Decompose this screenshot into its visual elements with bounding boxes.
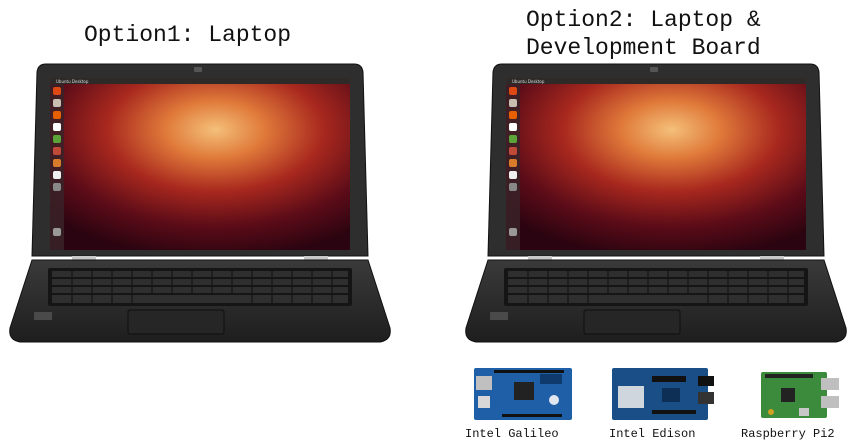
raspberry-pi2-board (761, 372, 839, 418)
keyboard (48, 268, 352, 306)
writer-icon (509, 123, 517, 131)
option1-title: Option1: Laptop (84, 22, 292, 48)
software-center-icon (509, 159, 517, 167)
laptop-option1: Ubuntu Desktop (9, 63, 391, 343)
webcam (650, 67, 658, 72)
amazon-icon (53, 171, 61, 179)
screen-topbar-text: Ubuntu Desktop (512, 79, 545, 84)
raspberry-pi2-label: Raspberry Pi2 (741, 427, 835, 441)
intel-galileo-board (474, 368, 572, 420)
ubuntu-logo-icon (509, 87, 517, 95)
browser-icon (509, 111, 517, 119)
touchpad (127, 309, 225, 335)
laptop-option2: Ubuntu Desktop (465, 63, 847, 343)
impress-icon (53, 147, 61, 155)
trash-icon (509, 228, 517, 236)
option2-title-line2: Development Board (526, 35, 761, 61)
option2-title-line1: Option2: Laptop & (526, 7, 761, 33)
ubuntu-logo-icon (53, 87, 61, 95)
calc-icon (509, 135, 517, 143)
intel-edison-board (612, 368, 714, 420)
files-icon (509, 99, 517, 107)
browser-icon (53, 111, 61, 119)
impress-icon (509, 147, 517, 155)
intel-galileo-label: Intel Galileo (465, 427, 559, 441)
touchpad (583, 309, 681, 335)
settings-icon (509, 183, 517, 191)
writer-icon (53, 123, 61, 131)
files-icon (53, 99, 61, 107)
laptop-screen (506, 78, 806, 250)
settings-icon (53, 183, 61, 191)
screen-topbar-text: Ubuntu Desktop (56, 79, 89, 84)
amazon-icon (509, 171, 517, 179)
calc-icon (53, 135, 61, 143)
webcam (194, 67, 202, 72)
laptop-screen (50, 78, 350, 250)
keyboard (504, 268, 808, 306)
screen-topbar (50, 78, 350, 84)
screen-topbar (506, 78, 806, 84)
intel-edison-label: Intel Edison (609, 427, 696, 441)
software-center-icon (53, 159, 61, 167)
trash-icon (53, 228, 61, 236)
